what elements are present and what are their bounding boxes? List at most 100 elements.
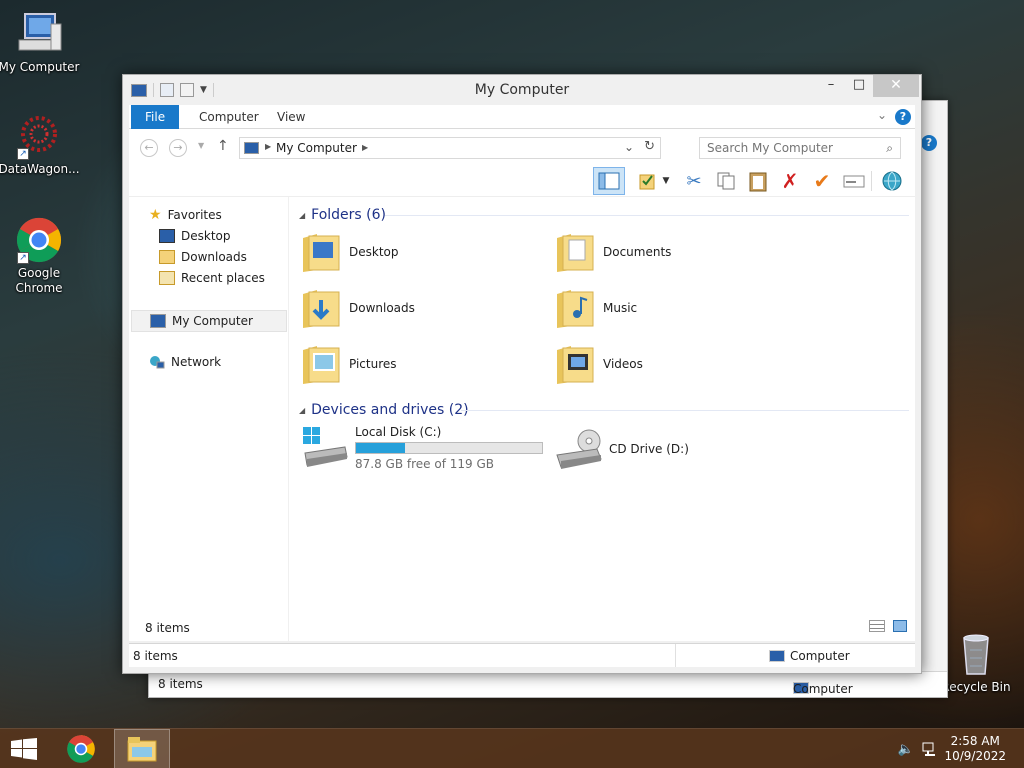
explorer-window[interactable]: ▼ My Computer – □ ✕ File Computer View ⌄… <box>122 74 922 674</box>
copy-icon[interactable] <box>713 169 739 193</box>
group-header-folders[interactable]: ◢ Folders (6) <box>299 207 386 223</box>
clock-time: 2:58 AM <box>950 734 1000 748</box>
dropdown-arrow-icon[interactable]: ▼ <box>659 169 673 193</box>
title-bar[interactable]: ▼ My Computer – □ ✕ <box>123 75 921 105</box>
recent-places-icon <box>159 271 175 285</box>
folder-label: Downloads <box>349 301 415 315</box>
folder-label: Music <box>603 301 638 315</box>
desktop-icon-label: Google Chrome <box>15 266 63 295</box>
network-tray-icon[interactable] <box>920 729 940 768</box>
status-location-label: Computer <box>790 649 850 663</box>
expand-ribbon-icon[interactable]: ⌄ <box>877 108 887 122</box>
start-button[interactable] <box>0 729 48 768</box>
large-icons-view-icon[interactable] <box>893 620 907 632</box>
documents-folder-icon <box>555 230 595 274</box>
folder-downloads[interactable]: Downloads <box>301 283 415 333</box>
drive-cd-d[interactable]: CD Drive (D:) <box>555 425 689 473</box>
group-divider <box>461 410 909 411</box>
help-icon[interactable]: ? <box>921 135 937 151</box>
group-header-devices[interactable]: ◢ Devices and drives (2) <box>299 402 469 418</box>
desktop-icon-label: DataWagon... <box>0 162 80 176</box>
nav-item-label: Recent places <box>181 271 265 285</box>
rename-check-icon[interactable]: ✔ <box>809 169 835 193</box>
videos-folder-icon <box>555 342 595 386</box>
datawagon-icon: ↗ <box>15 112 63 160</box>
music-folder-icon <box>555 286 595 330</box>
properties-check-icon[interactable] <box>635 169 661 193</box>
downloads-folder-icon <box>301 286 341 330</box>
search-box[interactable]: ⌕ <box>699 137 901 159</box>
up-button[interactable]: ↑ <box>217 138 229 154</box>
breadcrumb-separator-icon[interactable]: ▶ <box>265 142 271 151</box>
details-view-icon[interactable] <box>869 620 885 632</box>
delete-icon[interactable]: ✗ <box>777 169 803 193</box>
nav-item-desktop[interactable]: Desktop <box>159 226 231 246</box>
folder-label: Pictures <box>349 357 397 371</box>
tab-computer[interactable]: Computer <box>185 105 273 129</box>
breadcrumb-separator-icon[interactable]: ▶ <box>362 143 368 152</box>
nav-item-network[interactable]: Network <box>149 352 221 372</box>
folder-music[interactable]: Music <box>555 283 637 333</box>
desktop-icon-datawagon[interactable]: ↗ DataWagon... <box>0 112 81 177</box>
details-status: 8 items <box>129 615 915 641</box>
nav-item-downloads[interactable]: Downloads <box>159 247 247 267</box>
close-button[interactable]: ✕ <box>873 75 919 97</box>
desktop-icon <box>159 229 175 243</box>
drive-local-disk-c[interactable]: Local Disk (C:) 87.8 GB free of 119 GB <box>301 425 543 473</box>
layout-pane-icon[interactable] <box>593 167 625 195</box>
nav-item-recent-places[interactable]: Recent places <box>159 268 265 288</box>
minimize-button[interactable]: – <box>817 75 845 97</box>
status-location-label: Computer <box>793 682 853 696</box>
help-icon[interactable]: ? <box>895 109 911 125</box>
desktop-icon-my-computer[interactable]: My Computer <box>0 10 81 75</box>
nav-item-label: My Computer <box>172 314 253 328</box>
tab-view[interactable]: View <box>263 105 319 129</box>
refresh-icon[interactable]: ↻ <box>644 139 655 154</box>
computer-icon <box>150 314 166 328</box>
breadcrumb-my-computer[interactable]: My Computer <box>276 141 357 155</box>
folder-documents[interactable]: Documents <box>555 227 671 277</box>
desktop-icon-google-chrome[interactable]: ↗ Google Chrome <box>0 216 81 296</box>
drive-usage-bar <box>355 442 543 454</box>
folder-label: Videos <box>603 357 643 371</box>
nav-item-favorites[interactable]: ★ Favorites <box>149 205 222 225</box>
search-input[interactable] <box>707 139 877 157</box>
forward-button[interactable]: → <box>169 139 187 157</box>
status-location: Computer <box>769 649 850 663</box>
collapse-icon[interactable]: ◢ <box>299 406 305 415</box>
taskbar-chrome[interactable] <box>58 729 104 768</box>
view-options-icon[interactable] <box>841 169 867 193</box>
tab-file[interactable]: File <box>131 105 180 129</box>
maximize-button[interactable]: □ <box>845 75 873 97</box>
folder-label: Desktop <box>349 245 399 259</box>
taskbar-file-explorer[interactable] <box>114 729 170 768</box>
collapse-icon[interactable]: ◢ <box>299 211 305 220</box>
group-header-label: Devices and drives (2) <box>311 402 469 418</box>
taskbar: 🔈 2:58 AM 10/9/2022 <box>0 728 1024 768</box>
search-icon[interactable]: ⌕ <box>886 141 893 156</box>
back-button[interactable]: ← <box>140 139 158 157</box>
system-clock[interactable]: 2:58 AM 10/9/2022 <box>944 734 1006 764</box>
paste-icon[interactable] <box>745 169 771 193</box>
windows-logo-icon <box>11 738 37 760</box>
star-icon: ★ <box>149 207 162 223</box>
folder-label: Documents <box>603 245 672 259</box>
recent-locations-icon[interactable]: ▼ <box>198 141 204 150</box>
computer-icon <box>244 142 259 154</box>
clock-date: 10/9/2022 <box>944 749 1006 763</box>
folder-videos[interactable]: Videos <box>555 339 643 389</box>
desktop-folder-icon <box>301 230 341 274</box>
status-bar: 8 items Computer <box>129 643 915 667</box>
volume-muted-icon[interactable]: 🔈 <box>896 729 916 768</box>
chrome-icon <box>67 735 95 763</box>
status-item-count: 8 items <box>145 621 190 635</box>
nav-item-my-computer[interactable]: My Computer <box>131 310 287 332</box>
pictures-folder-icon <box>301 342 341 386</box>
globe-icon[interactable] <box>879 169 905 193</box>
downloads-icon <box>159 250 175 264</box>
cut-icon[interactable]: ✂ <box>681 169 707 193</box>
folder-pictures[interactable]: Pictures <box>301 339 397 389</box>
folder-desktop[interactable]: Desktop <box>301 227 399 277</box>
address-dropdown-icon[interactable]: ⌄ <box>624 140 634 154</box>
address-bar[interactable]: ▶ My Computer ▶ ⌄ ↻ <box>239 137 661 159</box>
